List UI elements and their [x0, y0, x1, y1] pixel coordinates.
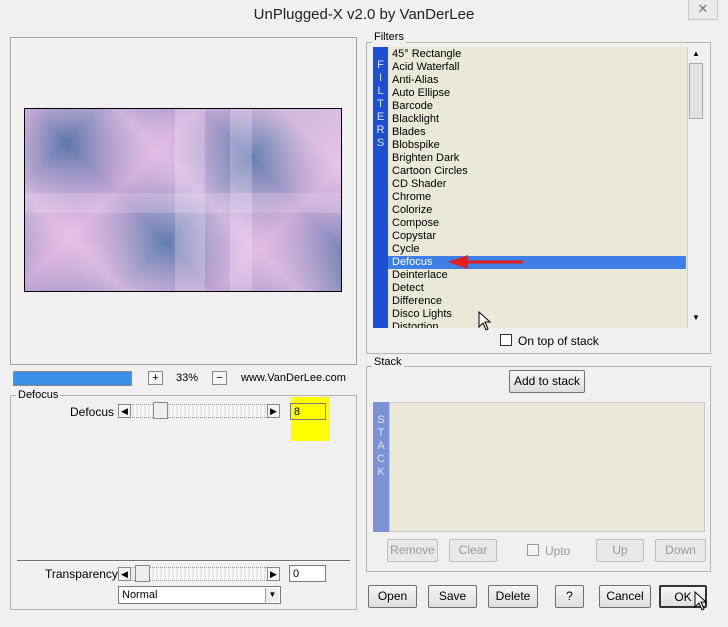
defocus-increase-button[interactable]: ▶ [267, 404, 280, 418]
blend-mode-value: Normal [122, 589, 158, 601]
stack-group-label: Stack [372, 356, 404, 369]
mouse-cursor [478, 311, 492, 331]
filter-list-item[interactable]: Compose [388, 217, 686, 230]
filters-group-label: Filters [372, 31, 406, 44]
open-button[interactable]: Open [368, 585, 417, 608]
stack-tag-letter: T [377, 427, 385, 439]
scroll-up-icon[interactable]: ▲ [689, 49, 703, 61]
save-button[interactable]: Save [428, 585, 477, 608]
filter-list-item[interactable]: Acid Waterfall [388, 61, 686, 74]
website-link[interactable]: www.VanDerLee.com [241, 372, 346, 384]
filter-list-item[interactable]: Cycle [388, 243, 686, 256]
filter-list-item[interactable]: 45° Rectangle [388, 48, 686, 61]
add-to-stack-button[interactable]: Add to stack [509, 370, 585, 393]
filters-vertical-tag: FILTERS [373, 47, 388, 328]
filter-list-item[interactable]: Brighten Dark [388, 152, 686, 165]
on-top-label: On top of stack [518, 334, 599, 348]
filter-list-item[interactable]: Chrome [388, 191, 686, 204]
defocus-param-label: Defocus [70, 405, 115, 419]
up-button[interactable]: Up [596, 539, 644, 562]
down-button[interactable]: Down [655, 539, 706, 562]
defocus-slider-thumb[interactable] [153, 402, 168, 419]
close-icon: ✕ [697, 1, 709, 16]
blend-mode-select[interactable]: Normal ▼ [118, 586, 281, 604]
chevron-down-icon: ▼ [265, 588, 279, 602]
filter-list-item[interactable]: Blobspike [388, 139, 686, 152]
arrow-left-icon: ◀ [121, 406, 128, 416]
filter-list-item[interactable]: Cartoon Circles [388, 165, 686, 178]
arrow-right-icon: ▶ [270, 406, 277, 416]
transparency-label: Transparency [45, 567, 118, 581]
filter-list-item[interactable]: Barcode [388, 100, 686, 113]
filters-tag-letter: I [378, 72, 383, 84]
upto-label: Upto [545, 544, 571, 558]
filters-tag-letter: E [376, 111, 385, 123]
zoom-in-button[interactable]: + [148, 371, 163, 385]
clear-button[interactable]: Clear [449, 539, 497, 562]
filter-list-item[interactable]: Anti-Alias [388, 74, 686, 87]
transparency-increase-button[interactable]: ▶ [267, 567, 280, 581]
arrow-left-icon: ◀ [121, 569, 128, 579]
stack-vertical-tag: STACK [373, 402, 389, 532]
transparency-slider-thumb[interactable] [135, 565, 150, 582]
filter-list-scrollbar[interactable]: ▲ ▼ [687, 47, 704, 328]
filter-list-item[interactable]: Deinterlace [388, 269, 686, 282]
filter-list-item[interactable]: Auto Ellipse [388, 87, 686, 100]
filters-tag-letter: S [376, 137, 385, 149]
preview-image [24, 108, 342, 292]
filters-tag-letter: F [377, 59, 384, 71]
filter-list-item[interactable]: Defocus [388, 256, 686, 269]
arrow-right-icon: ▶ [270, 569, 277, 579]
stack-tag-letter: C [377, 453, 385, 465]
help-button[interactable]: ? [555, 585, 584, 608]
window-title: UnPlugged-X v2.0 by VanDerLee [253, 6, 475, 23]
filter-list-item[interactable]: CD Shader [388, 178, 686, 191]
defocus-decrease-button[interactable]: ◀ [118, 404, 131, 418]
filters-tag-letter: R [376, 124, 385, 136]
defocus-value-input[interactable]: 8 [290, 403, 326, 420]
zoom-level: 33% [176, 372, 199, 384]
filters-tag-letter: L [377, 85, 384, 97]
filter-list-item[interactable]: Detect [388, 282, 686, 295]
annotation-arrow [448, 255, 523, 269]
stack-tag-letter: S [377, 414, 385, 426]
progress-bar [13, 371, 132, 386]
delete-button[interactable]: Delete [488, 585, 538, 608]
filter-list-item[interactable]: Distortion [388, 321, 686, 328]
cancel-button[interactable]: Cancel [599, 585, 651, 608]
filter-list-item[interactable]: Blades [388, 126, 686, 139]
scroll-thumb[interactable] [689, 63, 703, 119]
stack-list[interactable] [389, 402, 705, 532]
stack-tag-letter: K [377, 466, 385, 478]
filter-list-item[interactable]: Blacklight [388, 113, 686, 126]
filters-tag-letter: T [377, 98, 384, 110]
on-top-checkbox[interactable] [500, 334, 512, 346]
transparency-value-input[interactable]: 0 [289, 565, 326, 582]
stack-tag-letter: A [377, 440, 385, 452]
close-button[interactable]: ✕ [688, 0, 718, 20]
zoom-out-button[interactable]: − [212, 371, 227, 385]
filter-list-item[interactable]: Copystar [388, 230, 686, 243]
filter-list[interactable]: 45° Rectangle Acid Waterfall Anti-Alias Aut… [388, 47, 688, 328]
mouse-cursor [694, 591, 708, 611]
filter-list-item[interactable]: Difference [388, 295, 686, 308]
divider [17, 560, 350, 562]
remove-button[interactable]: Remove [387, 539, 438, 562]
transparency-decrease-button[interactable]: ◀ [118, 567, 131, 581]
scroll-down-icon[interactable]: ▼ [689, 313, 703, 325]
filter-list-item[interactable]: Disco Lights [388, 308, 686, 321]
transparency-slider-track[interactable] [132, 567, 267, 581]
progress-fill [14, 372, 131, 385]
filter-list-item[interactable]: Colorize [388, 204, 686, 217]
upto-checkbox[interactable] [527, 544, 539, 556]
defocus-group-label: Defocus [16, 389, 61, 402]
